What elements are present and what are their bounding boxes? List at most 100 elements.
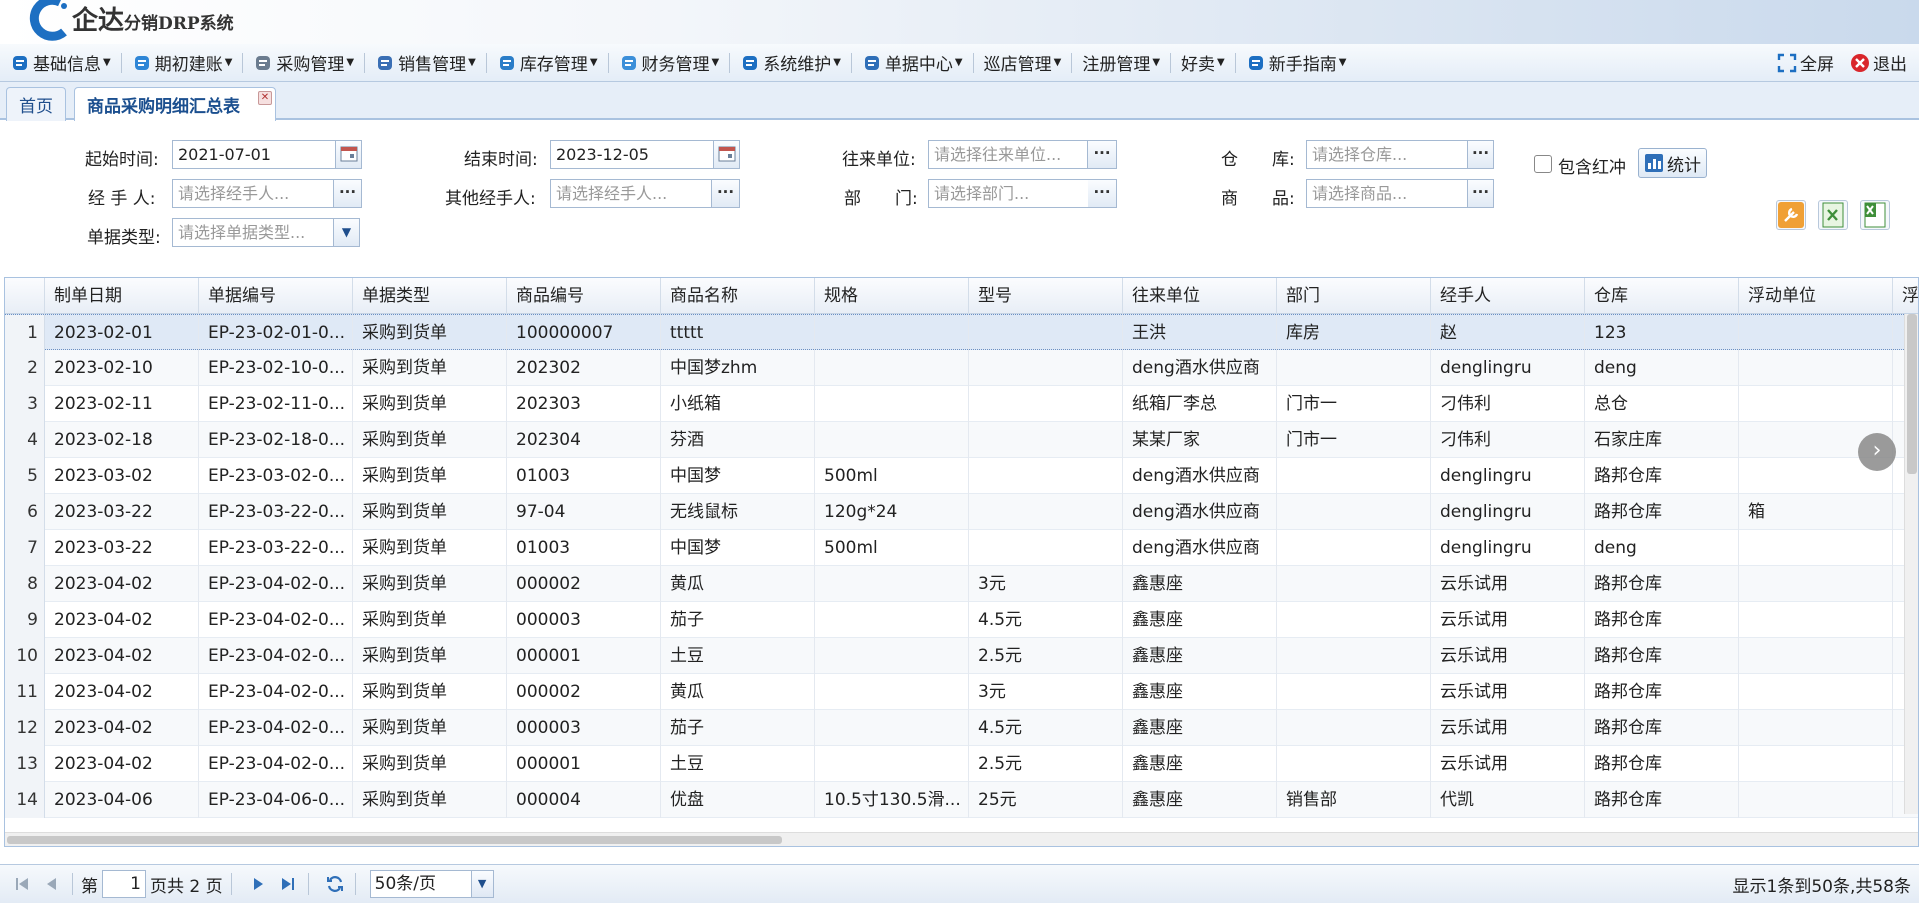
finance-icon [619, 53, 639, 73]
scroll-right-icon[interactable]: › [1858, 433, 1896, 471]
horizontal-scrollbar[interactable] [5, 832, 1918, 846]
include-red-checkbox[interactable] [1534, 155, 1552, 173]
product-picker-button[interactable]: ··· [1468, 179, 1494, 208]
menu-item-7[interactable]: 单据中心 ▼ [856, 48, 969, 78]
menu-item-5[interactable]: 财务管理 ▼ [613, 48, 726, 78]
department-input[interactable]: 请选择部门... [928, 179, 1090, 208]
menu-item-1[interactable]: 期初建账 ▼ [126, 48, 239, 78]
table-row[interactable]: 4 2023-02-18 EP-23-02-18-0... 采购到货单 202304 芬酒… [5, 422, 1918, 458]
logout-button[interactable]: 退出 [1844, 48, 1913, 78]
table-row[interactable]: 5 2023-03-02 EP-23-03-02-0... 采购到货单 01003 中国梦… [5, 458, 1918, 494]
first-page-icon[interactable] [10, 872, 34, 896]
partner-picker-button[interactable]: ··· [1088, 140, 1117, 169]
table-cell: 路邦仓库 [1585, 458, 1739, 494]
department-picker-button[interactable]: ··· [1088, 179, 1117, 208]
chart-icon [1644, 153, 1664, 173]
menu-item-label: 采购管理 [276, 55, 345, 75]
other-handler-input[interactable]: 请选择经手人... [550, 179, 712, 208]
excel-icon[interactable] [1860, 200, 1890, 230]
table-row[interactable]: 10 2023-04-02 EP-23-04-02-0... 采购到货单 000001 土… [5, 638, 1918, 674]
logo-mark-icon [20, 0, 70, 42]
table-cell: 2023-02-18 [45, 422, 199, 458]
table-cell: 采购到货单 [353, 530, 507, 566]
menu-item-11[interactable]: 新手指南 ▼ [1240, 48, 1353, 78]
settings-wrench-button[interactable] [1776, 200, 1806, 230]
table-cell: 采购到货单 [353, 350, 507, 386]
next-page-icon[interactable] [246, 872, 270, 896]
menu-item-10[interactable]: 好卖 ▼ [1175, 48, 1231, 78]
menu-item-0[interactable]: 基础信息 ▼ [4, 48, 117, 78]
start-date-input[interactable]: 2021-07-01 [172, 140, 336, 169]
table-cell: 中国梦 [661, 458, 815, 494]
menu-item-3[interactable]: 销售管理 ▼ [369, 48, 482, 78]
horizontal-scroll-thumb[interactable] [7, 836, 782, 844]
column-header[interactable]: 部门 [1277, 278, 1431, 314]
menu-item-label: 财务管理 [641, 55, 710, 75]
menu-item-9[interactable]: 注册管理 ▼ [1076, 48, 1166, 78]
table-row[interactable]: 3 2023-02-11 EP-23-02-11-0... 采购到货单 202303 小纸… [5, 386, 1918, 422]
column-header[interactable]: 商品名称 [661, 278, 815, 314]
table-row[interactable]: 8 2023-04-02 EP-23-04-02-0... 采购到货单 000002 黄瓜… [5, 566, 1918, 602]
table-row[interactable]: 2 2023-02-10 EP-23-02-10-0... 采购到货单 202302 中国… [5, 350, 1918, 386]
vertical-scrollbar[interactable] [1904, 314, 1918, 814]
table-row[interactable]: 12 2023-04-02 EP-23-04-02-0... 采购到货单 000003 茄… [5, 710, 1918, 746]
table-row[interactable]: 6 2023-03-22 EP-23-03-22-0... 采购到货单 97-04 无线鼠… [5, 494, 1918, 530]
stat-button[interactable]: 统计 [1638, 148, 1707, 178]
page-number-input[interactable]: 1 [102, 870, 146, 898]
handler-input[interactable]: 请选择经手人... [172, 179, 334, 208]
column-header[interactable]: 单据类型 [353, 278, 507, 314]
column-header[interactable]: 型号 [969, 278, 1123, 314]
table-cell: deng酒水供应商 [1123, 458, 1277, 494]
column-header[interactable]: 浮动单位 [1739, 278, 1893, 314]
menu-item-4[interactable]: 库存管理 ▼ [491, 48, 604, 78]
tab-active-label: 商品采购明细汇总表 [87, 97, 240, 117]
column-header[interactable]: 往来单位 [1123, 278, 1277, 314]
table-row[interactable]: 7 2023-03-22 EP-23-03-22-0... 采购到货单 01003 中国梦… [5, 530, 1918, 566]
last-page-icon[interactable] [276, 872, 300, 896]
table-cell: deng酒水供应商 [1123, 494, 1277, 530]
table-cell: 000003 [507, 710, 661, 746]
column-header[interactable]: 仓库 [1585, 278, 1739, 314]
vertical-scroll-thumb[interactable] [1907, 314, 1917, 474]
page-size-select[interactable]: 50条/页 ▼ [369, 870, 494, 898]
table-row[interactable]: 14 2023-04-06 EP-23-04-06-0... 采购到货单 000004 优… [5, 782, 1918, 818]
refresh-icon[interactable] [323, 872, 347, 896]
table-row[interactable]: 11 2023-04-02 EP-23-04-02-0... 采购到货单 000002 黄… [5, 674, 1918, 710]
doctype-select[interactable]: 请选择单据类型... [172, 218, 334, 247]
menu-item-label: 新手指南 [1268, 55, 1337, 75]
column-header[interactable]: 制单日期 [45, 278, 199, 314]
prev-page-icon[interactable] [40, 872, 64, 896]
column-header[interactable]: 规格 [815, 278, 969, 314]
table-cell [1277, 350, 1431, 386]
warehouse-picker-button[interactable]: ··· [1468, 140, 1494, 169]
table-row[interactable]: 1 2023-02-01 EP-23-02-01-0... 采购到货单 10000000… [5, 314, 1918, 351]
tab-purchase-detail-summary[interactable]: 商品采购明细汇总表 ✕ [74, 87, 276, 121]
product-input[interactable]: 请选择商品... [1306, 179, 1468, 208]
table-cell: 路邦仓库 [1585, 674, 1739, 710]
tab-home[interactable]: 首页 [6, 87, 66, 121]
table-row[interactable]: 13 2023-04-02 EP-23-04-02-0... 采购到货单 000001 土… [5, 746, 1918, 782]
end-date-input[interactable]: 2023-12-05 [550, 140, 714, 169]
column-header[interactable]: 商品编号 [507, 278, 661, 314]
other-handler-picker-button[interactable]: ··· [712, 179, 740, 208]
table-row[interactable]: 9 2023-04-02 EP-23-04-02-0... 采购到货单 000003 茄子… [5, 602, 1918, 638]
menu-item-6[interactable]: 系统维护 ▼ [734, 48, 847, 78]
table-cell [969, 350, 1123, 386]
app-logo: 企达分销DRP系统 [20, 0, 234, 42]
calendar-icon[interactable] [714, 140, 740, 169]
calendar-icon[interactable] [336, 140, 362, 169]
partner-input[interactable]: 请选择往来单位... [928, 140, 1088, 169]
menu-item-2[interactable]: 采购管理 ▼ [247, 48, 360, 78]
table-cell: 采购到货单 [353, 315, 507, 351]
warehouse-input[interactable]: 请选择仓库... [1306, 140, 1468, 169]
fullscreen-button[interactable]: 全屏 [1771, 48, 1840, 78]
close-icon[interactable]: ✕ [258, 91, 272, 105]
column-header[interactable]: 单据编号 [199, 278, 353, 314]
chevron-down-icon[interactable]: ▼ [334, 218, 360, 247]
export-excel-icon[interactable] [1818, 200, 1848, 230]
table-cell: 总仓 [1585, 386, 1739, 422]
column-header[interactable]: 经手人 [1431, 278, 1585, 314]
handler-picker-button[interactable]: ··· [334, 179, 362, 208]
menu-item-8[interactable]: 巡店管理 ▼ [978, 48, 1068, 78]
column-header[interactable]: 浮 [1893, 278, 1918, 314]
